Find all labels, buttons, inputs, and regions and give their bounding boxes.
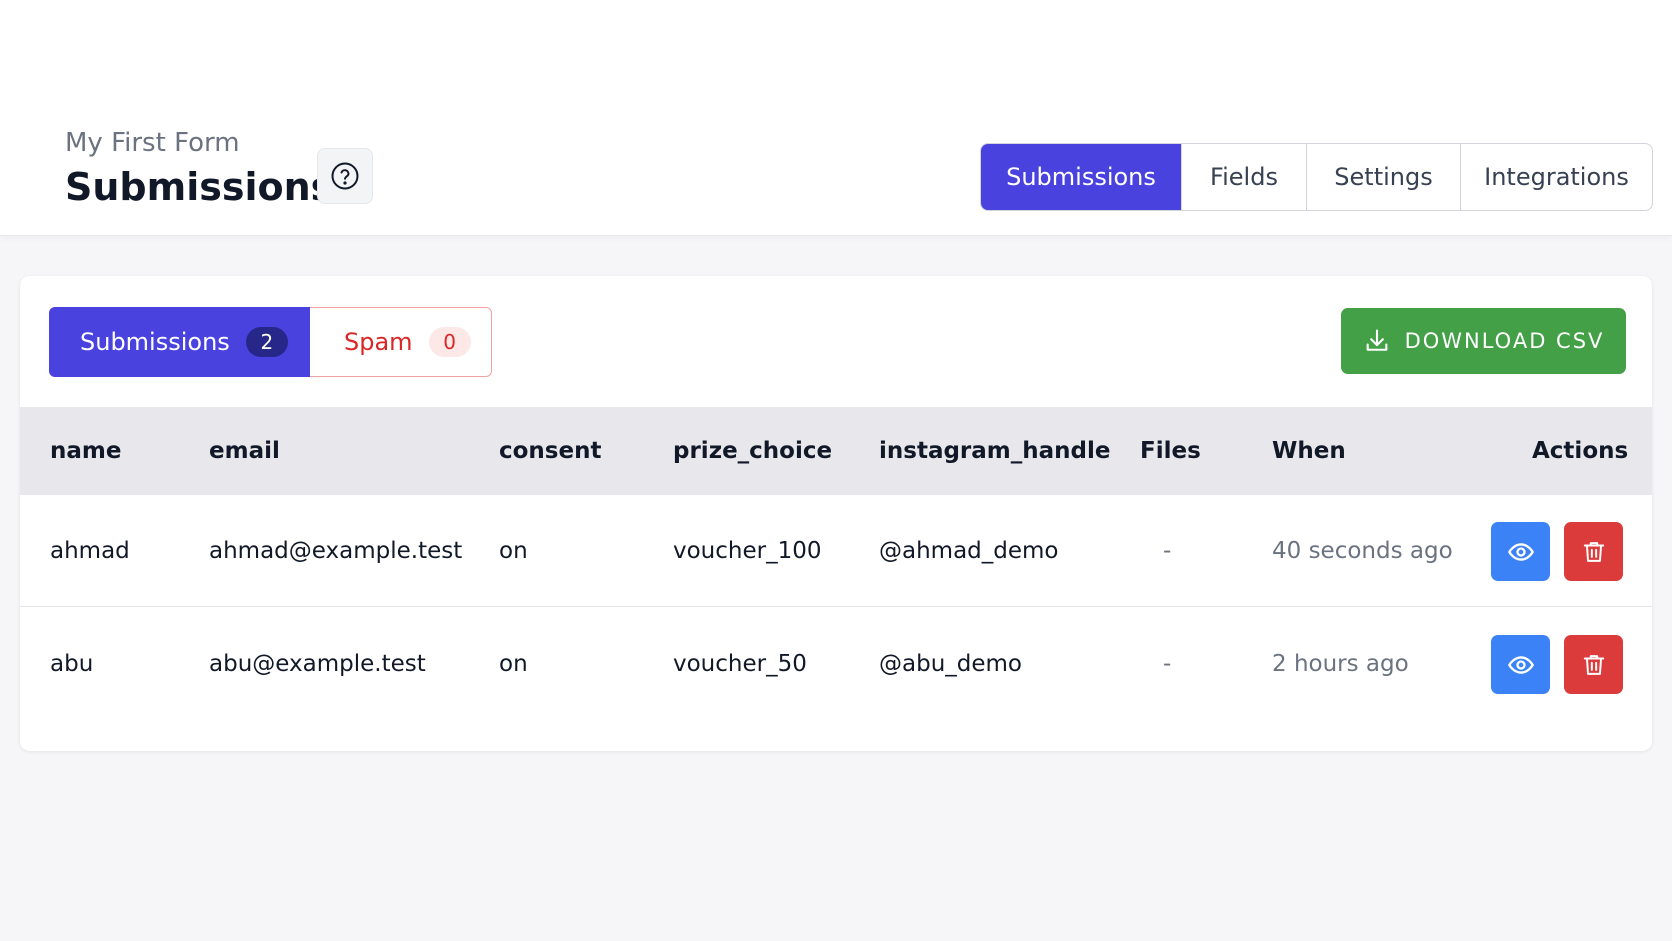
title-block: My First Form Submissions [65, 126, 333, 212]
question-circle-icon [331, 162, 359, 190]
tab-settings[interactable]: Settings [1306, 144, 1460, 210]
cell-when: 2 hours ago [1272, 651, 1409, 677]
cell-consent: on [499, 538, 528, 564]
view-submission-button[interactable] [1491, 522, 1550, 581]
spam-count-badge: 0 [428, 327, 471, 357]
page-title: Submissions [65, 165, 334, 209]
cell-email: abu@example.test [209, 651, 426, 677]
column-header-consent[interactable]: consent [499, 407, 601, 495]
cell-when: 40 seconds ago [1272, 538, 1453, 564]
table-row: ahmad ahmad@example.test on voucher_100 … [20, 495, 1652, 607]
cell-files: - [1163, 538, 1172, 564]
column-header-actions: Actions [1532, 438, 1629, 464]
trash-icon [1583, 541, 1604, 562]
cell-instagram-handle: @abu_demo [879, 651, 1022, 677]
column-header-prize-choice[interactable]: prize_choice [673, 407, 832, 495]
delete-submission-button[interactable] [1564, 635, 1623, 694]
download-icon [1363, 327, 1391, 355]
tab-integrations[interactable]: Integrations [1460, 144, 1652, 210]
form-nav-tabs: Submissions Fields Settings Integrations [980, 143, 1653, 211]
delete-submission-button[interactable] [1564, 522, 1623, 581]
table-header: name email consent prize_choice instagra… [20, 407, 1652, 495]
download-csv-button[interactable]: DOWNLOAD CSV [1341, 308, 1626, 374]
eye-icon [1507, 542, 1534, 561]
filter-spam-button[interactable]: Spam 0 [310, 307, 492, 377]
column-header-files: Files [1140, 438, 1201, 464]
filter-submissions-label: Submissions [80, 328, 230, 356]
page-header: My First Form Submissions Submissions Fi… [0, 0, 1672, 236]
column-header-instagram-handle[interactable]: instagram_handle [879, 407, 1110, 495]
submissions-card: Submissions 2 Spam 0 DOWNLOAD CSV name e… [20, 276, 1652, 751]
download-csv-label: DOWNLOAD CSV [1404, 329, 1605, 353]
column-header-when[interactable]: When [1272, 407, 1346, 495]
tab-submissions[interactable]: Submissions [981, 144, 1181, 210]
form-name: My First Form [65, 128, 240, 158]
column-header-name[interactable]: name [50, 407, 121, 495]
cell-consent: on [499, 651, 528, 677]
filter-tabs: Submissions 2 Spam 0 [49, 307, 492, 377]
table-row: abu abu@example.test on voucher_50 @abu_… [20, 608, 1652, 720]
filter-spam-label: Spam [344, 328, 413, 356]
view-submission-button[interactable] [1491, 635, 1550, 694]
help-button[interactable] [317, 148, 373, 204]
column-header-email[interactable]: email [209, 407, 280, 495]
tab-fields[interactable]: Fields [1181, 144, 1306, 210]
filter-submissions-button[interactable]: Submissions 2 [49, 307, 310, 377]
cell-prize-choice: voucher_50 [673, 651, 807, 677]
cell-prize-choice: voucher_100 [673, 538, 822, 564]
cell-name: abu [50, 651, 94, 677]
cell-files: - [1163, 651, 1172, 677]
cell-instagram-handle: @ahmad_demo [879, 538, 1059, 564]
submissions-count-badge: 2 [245, 327, 288, 357]
trash-icon [1583, 654, 1604, 675]
cell-email: ahmad@example.test [209, 538, 463, 564]
eye-icon [1507, 655, 1534, 674]
cell-name: ahmad [50, 538, 130, 564]
